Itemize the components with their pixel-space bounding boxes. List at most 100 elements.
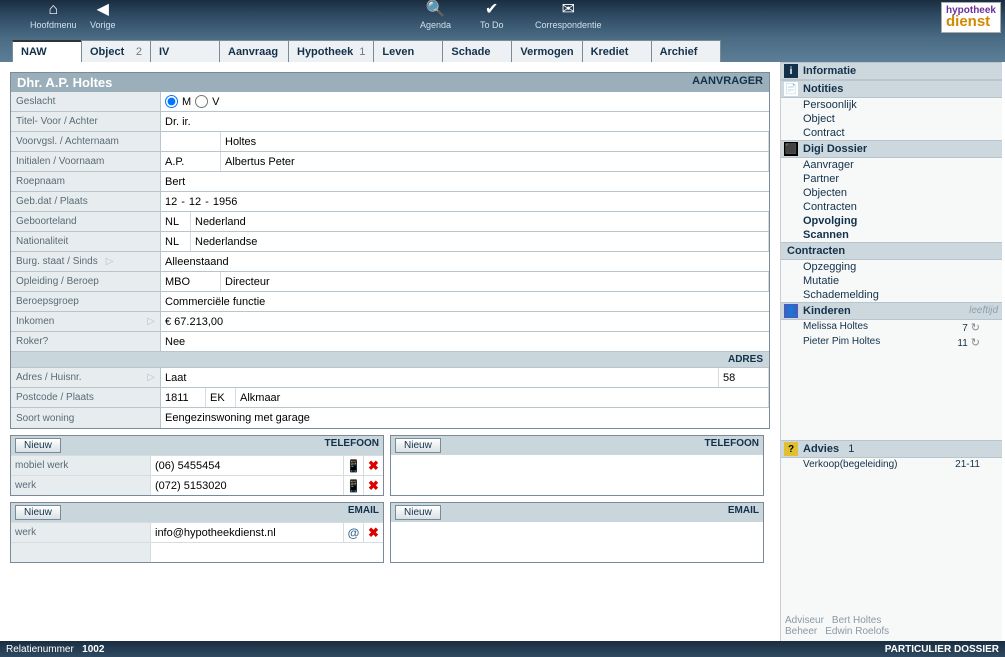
val-beroepsgroep[interactable]: Commerciële functie [161,292,769,311]
val-roepnaam[interactable]: Bert [161,172,769,191]
delete-icon[interactable]: ✖ [363,476,383,495]
link-partner[interactable]: Partner [781,172,1002,186]
val-initialen[interactable]: A.P. [161,152,221,171]
val-inkomen[interactable]: € 67.213,00 [161,312,769,331]
val-beroep[interactable]: Directeur [221,272,769,291]
notes-icon: 📄 [784,82,798,96]
sec-contracten[interactable]: Contracten [781,242,1002,260]
val-achternaam[interactable]: Holtes [221,132,769,151]
nieuw-tel2-button[interactable]: Nieuw [395,438,441,453]
tab-aanvraag[interactable]: Aanvraag [219,40,289,62]
todo-button[interactable]: ✔ To Do [480,2,504,30]
sec-informatie[interactable]: iInformatie [781,62,1002,80]
nieuw-email-button[interactable]: Nieuw [15,505,61,520]
val-gebdat[interactable]: 12 - 12 - 1956 [161,192,769,211]
sec-notities[interactable]: 📄Notities [781,80,1002,98]
val-huisnr[interactable]: 58 [719,368,769,387]
home-button[interactable]: ⌂ Hoofdmenu [30,2,77,30]
val-nat[interactable]: Nederlandse [191,232,769,251]
email-head-right: Nieuw EMAIL [391,503,763,522]
dropdown-icon[interactable]: ▷ [147,316,155,327]
tel1-label[interactable]: mobiel werk [11,456,151,475]
kid-2[interactable]: Pieter Pim Holtes11↻ [781,335,1002,350]
tel1-value: (06) 5455454 [155,460,220,472]
link-opzegging[interactable]: Opzegging [781,260,1002,274]
val-geb-land[interactable]: Nederland [191,212,769,231]
tel-col-right: Nieuw TELEFOON [390,435,764,496]
dropdown-icon[interactable]: ▷ [147,372,155,383]
val-geb-land-code[interactable]: NL [161,212,191,231]
sec-kinderen[interactable]: 👤Kinderenleeftijd [781,302,1002,320]
row-gebdat: Geb.dat / Plaats 12 - 12 - 1956 [11,192,769,212]
mobile-icon[interactable]: 📱 [343,456,363,475]
val-nat-code[interactable]: NL [161,232,191,251]
email-empty-l[interactable] [11,543,151,562]
advies-row[interactable]: Verkoop(begeleiding)21-11 [781,458,1002,471]
tab-label: Aanvraag [228,46,278,58]
tab-naw[interactable]: NAW [12,40,82,62]
val-soortwoning[interactable]: Eengezinswoning met garage [161,408,769,428]
link-aanvrager[interactable]: Aanvrager [781,158,1002,172]
at-icon[interactable]: @ [343,523,363,542]
question-icon: ? [784,442,798,456]
refresh-icon[interactable]: ↻ [971,337,980,349]
val-pc2[interactable]: EK [206,388,236,407]
tab-badge: 2 [136,46,142,58]
kid2-name: Pieter Pim Holtes [803,336,880,349]
val-voornaam[interactable]: Albertus Peter [221,152,769,171]
val-voorvgsl[interactable] [161,132,221,151]
link-opvolging[interactable]: Opvolging [781,214,1002,228]
refresh-icon[interactable]: ↻ [971,322,980,334]
link-schademelding[interactable]: Schademelding [781,288,1002,302]
link-scannen[interactable]: Scannen [781,228,1002,242]
link-persoonlijk[interactable]: Persoonlijk [781,98,1002,112]
sec-advies[interactable]: ?Advies 1 [781,440,1002,458]
val-burg[interactable]: Alleenstaand [161,252,769,271]
tel1-value-cell[interactable]: (06) 5455454 [151,456,343,475]
agenda-button[interactable]: 🔍 Agenda [420,2,451,30]
label-m: M [182,96,191,108]
sec-digi[interactable]: ⬛Digi Dossier [781,140,1002,158]
nieuw-email2-button[interactable]: Nieuw [395,505,441,520]
val-plaats[interactable]: Alkmaar [236,388,769,407]
radio-m[interactable] [165,95,178,108]
nieuw-tel-button[interactable]: Nieuw [15,438,61,453]
agenda-icon: 🔍 [420,2,451,18]
delete-icon[interactable]: ✖ [363,523,383,542]
tab-vermogen[interactable]: Vermogen [511,40,582,62]
tab-leven[interactable]: Leven [373,40,443,62]
value-voornaam: Albertus Peter [225,156,295,168]
value-soortwoning: Eengezinswoning met garage [165,412,310,424]
val-titel[interactable]: Dr. ir. [161,112,769,131]
radio-v[interactable] [195,95,208,108]
corresp-button[interactable]: ✉ Correspondentie [535,2,602,30]
dropdown-icon[interactable]: ▷ [106,256,114,267]
phone-icon[interactable]: 📱 [343,476,363,495]
link-contracten[interactable]: Contracten [781,200,1002,214]
link-contract[interactable]: Contract [781,126,1002,140]
row-achternaam: Voorvgsl. / Achternaam Holtes [11,132,769,152]
email-empty-v[interactable] [151,543,383,562]
link-object[interactable]: Object [781,112,1002,126]
val-adres[interactable]: Laat [161,368,719,387]
link-objecten[interactable]: Objecten [781,186,1002,200]
val-roker[interactable]: Nee [161,332,769,351]
tab-schade[interactable]: Schade [442,40,512,62]
email1-value-cell[interactable]: info@hypotheekdienst.nl [151,523,343,542]
tel2-value-cell[interactable]: (072) 5153020 [151,476,343,495]
kid-1[interactable]: Melissa Holtes7↻ [781,320,1002,335]
prev-button[interactable]: ◀ Vorige [90,2,116,30]
tab-object[interactable]: Object2 [81,40,151,62]
val-opleiding[interactable]: MBO [161,272,221,291]
info-icon: i [784,64,798,78]
tab-label: Leven [382,46,414,58]
tab-archief[interactable]: Archief [651,40,721,62]
delete-icon[interactable]: ✖ [363,456,383,475]
tab-iv[interactable]: IV [150,40,220,62]
val-pc1[interactable]: 1811 [161,388,206,407]
tab-hypotheek[interactable]: Hypotheek1 [288,40,374,62]
tab-krediet[interactable]: Krediet [582,40,652,62]
email1-label[interactable]: werk [11,523,151,542]
tel2-label[interactable]: werk [11,476,151,495]
link-mutatie[interactable]: Mutatie [781,274,1002,288]
